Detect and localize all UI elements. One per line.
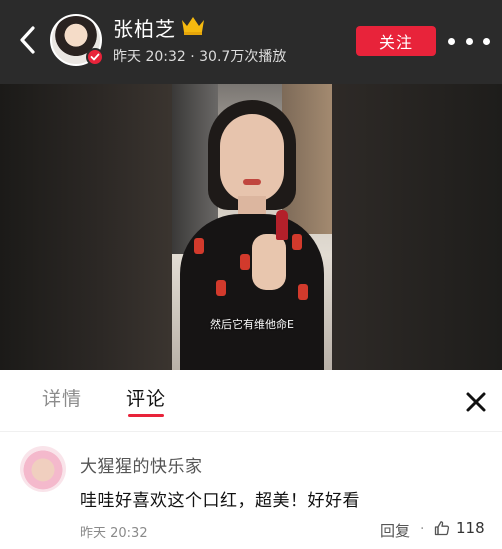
close-icon bbox=[466, 392, 486, 412]
crown-icon bbox=[182, 17, 204, 35]
video-player[interactable]: 然后它有维他命E bbox=[0, 84, 502, 370]
commenter-avatar[interactable] bbox=[20, 446, 66, 492]
comment-text: 哇哇好喜欢这个口红，超美！好好看 bbox=[80, 491, 360, 511]
shirt-print bbox=[298, 284, 308, 300]
post-meta: 昨天 20:32 · 30.7万次播放 bbox=[113, 49, 287, 65]
like-count: 118 bbox=[456, 519, 485, 537]
shirt-print bbox=[292, 234, 302, 250]
video-subtitle: 然后它有维他命E bbox=[210, 318, 294, 331]
like-button[interactable]: 118 bbox=[434, 519, 485, 537]
tab-comments[interactable]: 评论 bbox=[126, 384, 166, 411]
user-name[interactable]: 张柏芝 bbox=[113, 13, 176, 42]
dot bbox=[483, 37, 490, 45]
verified-badge-icon bbox=[86, 48, 104, 66]
comment-author[interactable]: 大猩猩的快乐家 bbox=[80, 452, 203, 477]
comment-time: 昨天 20:32 bbox=[80, 526, 148, 541]
shirt-print bbox=[240, 254, 250, 270]
thumbs-up-icon bbox=[434, 521, 450, 536]
person-hand bbox=[252, 234, 286, 290]
active-tab-indicator bbox=[128, 414, 164, 417]
follow-button[interactable]: 关注 bbox=[356, 26, 436, 56]
close-button[interactable] bbox=[462, 388, 490, 416]
user-avatar[interactable] bbox=[50, 14, 104, 66]
top-bar: 张柏芝 昨天 20:32 · 30.7万次播放 关注 bbox=[0, 0, 502, 84]
chevron-left-icon bbox=[20, 26, 35, 54]
tab-details[interactable]: 详情 bbox=[42, 384, 82, 411]
person-lips bbox=[243, 179, 261, 185]
dot bbox=[448, 37, 455, 45]
shirt-print bbox=[216, 280, 226, 296]
lipstick bbox=[276, 210, 288, 240]
separator: · bbox=[420, 521, 425, 537]
reply-button[interactable]: 回复 bbox=[380, 520, 410, 541]
more-icon[interactable] bbox=[448, 30, 490, 52]
shirt-print bbox=[194, 238, 204, 254]
dot bbox=[465, 37, 473, 45]
back-button[interactable] bbox=[14, 24, 42, 56]
tab-bar: 详情 评论 bbox=[0, 370, 502, 432]
person-shirt bbox=[180, 214, 324, 370]
person-face bbox=[220, 114, 284, 202]
